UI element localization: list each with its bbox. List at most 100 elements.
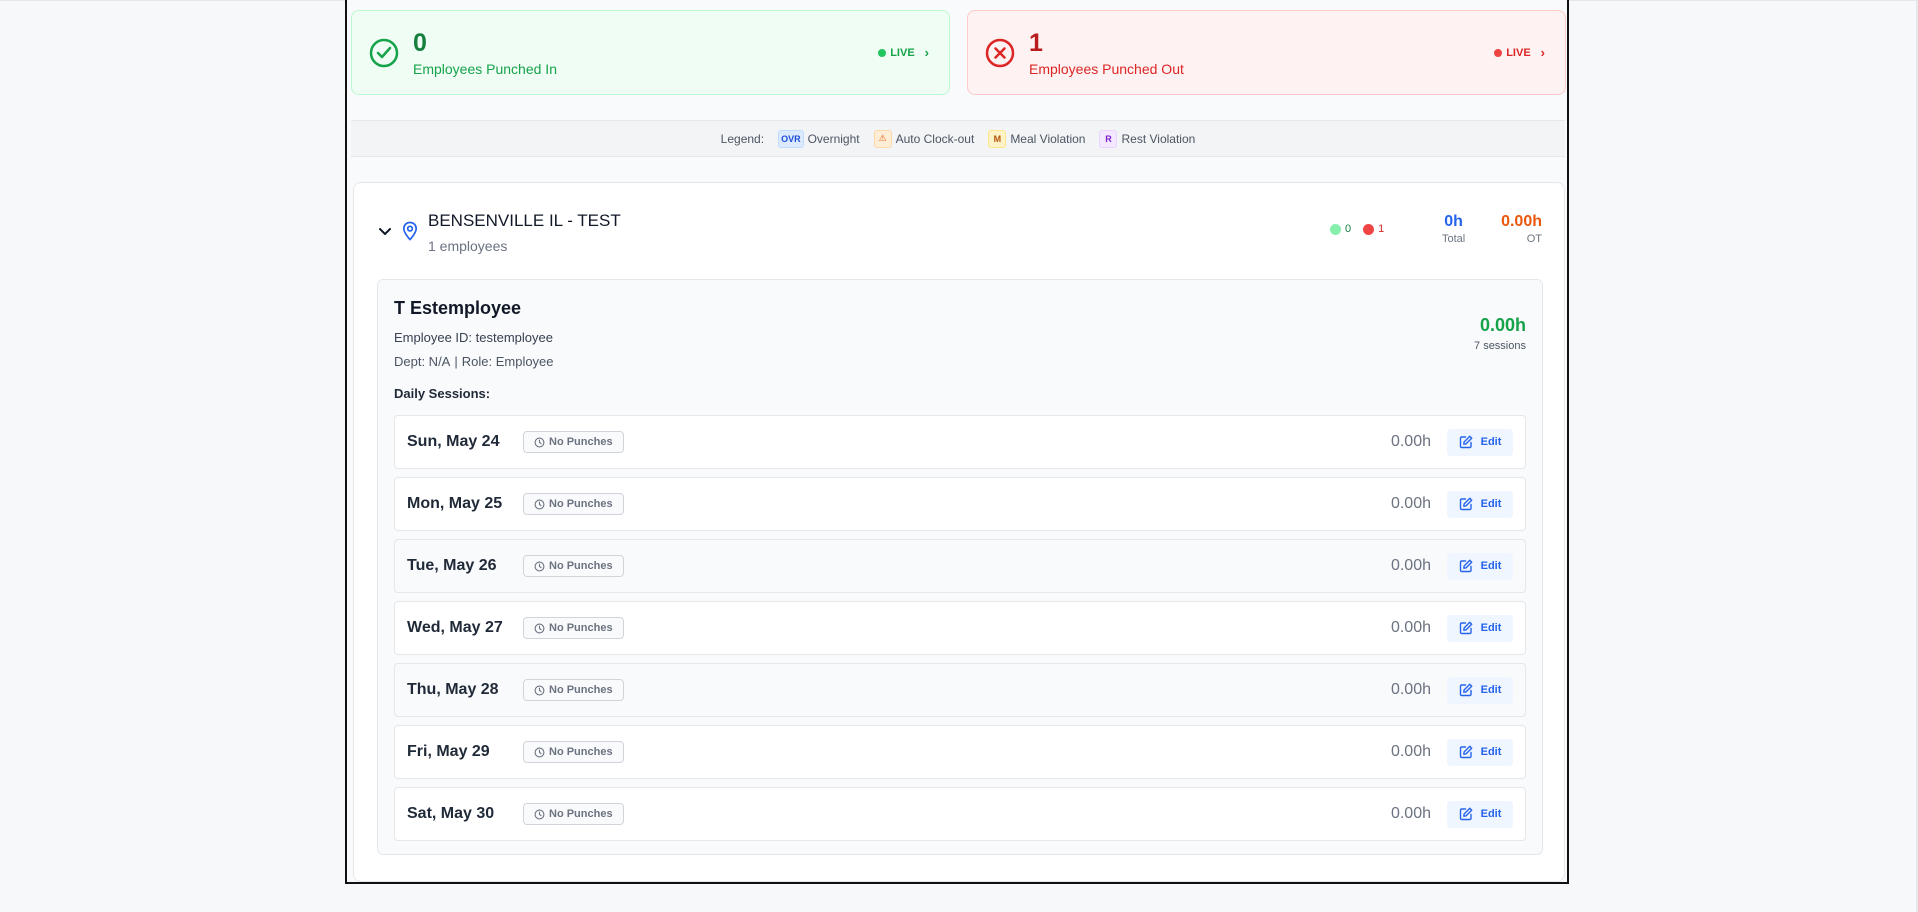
session-row: Sun, May 24 No Punches 0.00h Edit <box>394 415 1526 469</box>
clock-icon <box>534 623 545 633</box>
edit-icon <box>1459 745 1473 759</box>
clock-icon <box>534 747 545 757</box>
session-date: Fri, May 29 <box>407 743 490 760</box>
clock-icon <box>534 685 545 695</box>
edit-icon <box>1459 435 1473 449</box>
session-status: No Punches <box>549 436 613 448</box>
no-punches-badge: No Punches <box>523 617 624 639</box>
session-date: Sun, May 24 <box>407 433 500 450</box>
edit-session-button[interactable]: Edit <box>1447 490 1513 518</box>
session-date: Thu, May 28 <box>407 681 499 698</box>
no-punches-badge: No Punches <box>523 803 624 825</box>
session-row: Mon, May 25 No Punches 0.00h Edit <box>394 477 1526 531</box>
no-punches-badge: No Punches <box>523 555 624 577</box>
edit-session-button[interactable]: Edit <box>1447 676 1513 704</box>
punched-out-count: 1 <box>1029 29 1043 57</box>
session-hours: 0.00h <box>1390 619 1431 636</box>
overnight-badge: OVR <box>778 129 804 148</box>
session-status: No Punches <box>549 684 613 696</box>
legend-title: Legend: <box>720 131 765 146</box>
clock-icon <box>534 499 545 509</box>
legend-item-rest-violation: R Rest Violation <box>1099 129 1196 148</box>
chevron-right-icon: › <box>924 45 929 60</box>
map-pin-icon <box>402 221 418 241</box>
session-hours: 0.00h <box>1390 433 1431 450</box>
session-row: Thu, May 28 No Punches 0.00h Edit <box>394 663 1526 717</box>
edit-icon <box>1459 621 1473 635</box>
employee-id-label: Employee ID: <box>394 330 473 345</box>
session-date: Mon, May 25 <box>407 495 503 512</box>
punched-in-count: 0 <box>413 29 427 57</box>
check-circle-icon <box>369 38 399 67</box>
session-status: No Punches <box>549 746 613 758</box>
session-row: Tue, May 26 No Punches 0.00h Edit <box>394 539 1526 593</box>
live-label: LIVE <box>1506 46 1531 59</box>
edit-session-button[interactable]: Edit <box>1447 552 1513 580</box>
session-hours: 0.00h <box>1390 805 1431 822</box>
chevron-down-icon[interactable] <box>378 227 392 237</box>
legend-item-meal-violation: M Meal Violation <box>988 129 1086 148</box>
location-out-count: 1 <box>1378 223 1385 235</box>
main-panel: 0 Employees Punched In LIVE › 1 Employee… <box>345 0 1569 884</box>
green-dot-icon <box>1330 223 1341 235</box>
punched-in-card[interactable]: 0 Employees Punched In LIVE › <box>351 10 950 95</box>
no-punches-badge: No Punches <box>523 741 624 763</box>
daily-sessions-heading: Daily Sessions: <box>394 386 491 401</box>
location-employee-count: 1 employees <box>428 238 508 254</box>
punched-out-label: Employees Punched Out <box>1029 61 1184 77</box>
location-total: 0h Total <box>1442 213 1465 245</box>
session-date: Tue, May 26 <box>407 557 497 574</box>
location-ot-value: 0.00h <box>1501 213 1542 230</box>
employee-sessions-count: 7 sessions <box>1474 340 1526 352</box>
edit-label: Edit <box>1480 498 1502 510</box>
separator: | <box>454 354 458 369</box>
session-hours: 0.00h <box>1390 495 1431 512</box>
no-punches-badge: No Punches <box>523 679 624 701</box>
rest-badge: R <box>1099 129 1118 148</box>
session-status: No Punches <box>549 560 613 572</box>
employee-dept: Dept: N/A <box>394 354 451 369</box>
meal-badge: M <box>988 129 1007 148</box>
employee-dept-role: Dept: N/A | Role: Employee <box>394 354 554 369</box>
edit-label: Edit <box>1480 746 1502 758</box>
edit-session-button[interactable]: Edit <box>1447 428 1513 456</box>
location-total-label: Total <box>1442 233 1466 245</box>
no-punches-badge: No Punches <box>523 493 624 515</box>
session-hours: 0.00h <box>1390 557 1431 574</box>
employee-hours-value: 0.00h <box>1479 315 1526 335</box>
punched-out-card[interactable]: 1 Employees Punched Out LIVE › <box>967 10 1566 95</box>
employee-id-value: testemployee <box>475 330 553 345</box>
legend-label: Rest Violation <box>1121 131 1196 146</box>
edit-label: Edit <box>1480 436 1502 448</box>
edit-label: Edit <box>1480 808 1502 820</box>
edit-session-button[interactable]: Edit <box>1447 800 1513 828</box>
location-card: BENSENVILLE IL - TEST 1 employees 0 1 0h… <box>353 182 1565 882</box>
legend-label: Meal Violation <box>1010 131 1086 146</box>
clock-icon <box>534 809 545 819</box>
edit-session-button[interactable]: Edit <box>1447 614 1513 642</box>
legend-label: Overnight <box>807 131 860 146</box>
no-punches-badge: No Punches <box>523 431 624 453</box>
punched-out-live-link[interactable]: LIVE › <box>1494 45 1545 60</box>
punched-in-live-link[interactable]: LIVE › <box>878 45 929 60</box>
location-name: BENSENVILLE IL - TEST <box>428 211 621 230</box>
location-ot: 0.00h OT <box>1494 213 1542 245</box>
edit-label: Edit <box>1480 684 1502 696</box>
edit-icon <box>1459 807 1473 821</box>
location-ot-label: OT <box>1526 233 1542 245</box>
legend-item-overnight: OVR Overnight <box>778 129 860 148</box>
session-date: Wed, May 27 <box>407 619 503 636</box>
legend-item-auto-clockout: ⚠ Auto Clock-out <box>873 129 975 148</box>
legend-bar: Legend: OVR Overnight ⚠ Auto Clock-out M… <box>351 120 1565 157</box>
edit-icon <box>1459 497 1473 511</box>
edit-label: Edit <box>1480 560 1502 572</box>
edit-label: Edit <box>1480 622 1502 634</box>
edit-session-button[interactable]: Edit <box>1447 738 1513 766</box>
session-row: Fri, May 29 No Punches 0.00h Edit <box>394 725 1526 779</box>
x-circle-icon <box>985 38 1015 67</box>
legend-label: Auto Clock-out <box>895 131 975 146</box>
punched-in-label: Employees Punched In <box>413 61 557 77</box>
red-dot-icon <box>1363 223 1375 235</box>
location-status: 0 1 <box>1330 223 1384 235</box>
location-in-count: 0 <box>1345 223 1352 235</box>
